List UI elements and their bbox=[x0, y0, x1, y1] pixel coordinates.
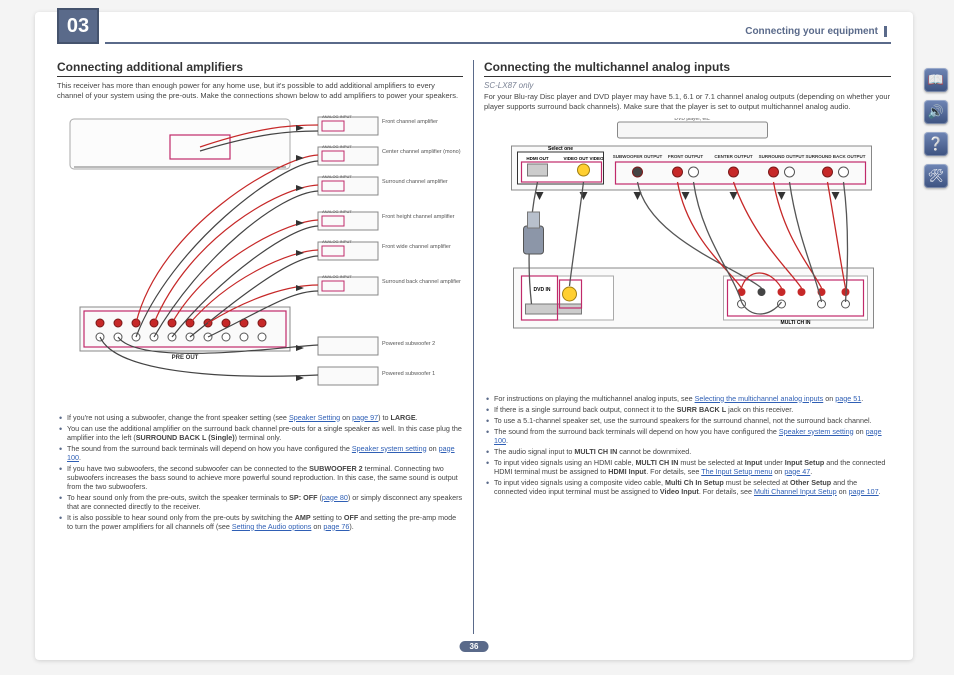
right-column: Connecting the multichannel analog input… bbox=[474, 60, 891, 634]
chapter-badge: 03 bbox=[57, 8, 99, 44]
svg-text:Center channel amplifier (mono: Center channel amplifier (mono) bbox=[382, 149, 461, 155]
note-item: To input video signals using a composite… bbox=[484, 478, 891, 496]
help-icon[interactable]: ❔ bbox=[924, 132, 948, 156]
left-notes: If you're not using a subwoofer, change … bbox=[57, 413, 463, 531]
svg-text:Powered subwoofer 1: Powered subwoofer 1 bbox=[382, 371, 435, 377]
note-item: If there is a single surround back outpu… bbox=[484, 405, 891, 414]
svg-text:ANALOG INPUT: ANALOG INPUT bbox=[322, 174, 352, 179]
nav-rail: 📖 🔊 ❔ 🛠 bbox=[924, 68, 948, 188]
svg-text:Front height channel amplifier: Front height channel amplifier bbox=[382, 214, 455, 220]
svg-text:VIDEO OUT VIDEO: VIDEO OUT VIDEO bbox=[563, 156, 604, 161]
svg-text:SUBWOOFER OUTPUT: SUBWOOFER OUTPUT bbox=[613, 154, 663, 159]
note-item: If you have two subwoofers, the second s… bbox=[57, 464, 463, 491]
svg-text:ANALOG INPUT: ANALOG INPUT bbox=[322, 239, 352, 244]
svg-text:SURROUND BACK OUTPUT: SURROUND BACK OUTPUT bbox=[806, 154, 866, 159]
note-item: To use a 5.1-channel speaker set, use th… bbox=[484, 416, 891, 425]
svg-text:ANALOG INPUT: ANALOG INPUT bbox=[322, 209, 352, 214]
svg-text:CENTER OUTPUT: CENTER OUTPUT bbox=[714, 154, 753, 159]
svg-text:FRONT OUTPUT: FRONT OUTPUT bbox=[668, 154, 703, 159]
manual-page: 03 Connecting your equipment Connecting … bbox=[35, 12, 913, 660]
svg-text:DVD IN: DVD IN bbox=[534, 287, 551, 293]
note-item: It is also possible to hear sound only f… bbox=[57, 513, 463, 531]
note-item: You can use the additional amplifier on … bbox=[57, 424, 463, 442]
right-notes: For instructions on playing the multicha… bbox=[484, 394, 891, 496]
section-title: Connecting your equipment bbox=[745, 26, 887, 37]
note-item: The sound from the surround back termina… bbox=[57, 444, 463, 462]
svg-text:Surround channel amplifier: Surround channel amplifier bbox=[382, 179, 448, 185]
note-item: The sound from the surround back termina… bbox=[484, 427, 891, 445]
svg-text:Select one: Select one bbox=[548, 146, 573, 152]
left-heading: Connecting additional amplifiers bbox=[57, 60, 463, 74]
svg-text:Surround back channel amplifie: Surround back channel amplifier bbox=[382, 279, 461, 285]
tools-icon[interactable]: 🛠 bbox=[924, 164, 948, 188]
svg-text:MULTI CH IN: MULTI CH IN bbox=[781, 320, 811, 326]
svg-text:ANALOG INPUT: ANALOG INPUT bbox=[322, 144, 352, 149]
svg-text:ANALOG INPUT: ANALOG INPUT bbox=[322, 274, 352, 279]
note-item: To input video signals using an HDMI cab… bbox=[484, 458, 891, 476]
svg-text:SURROUND OUTPUT: SURROUND OUTPUT bbox=[759, 154, 805, 159]
svg-text:Front channel amplifier: Front channel amplifier bbox=[382, 119, 438, 125]
svg-text:DVD player, etc.: DVD player, etc. bbox=[674, 118, 710, 122]
speaker-icon[interactable]: 🔊 bbox=[924, 100, 948, 124]
note-item: If you're not using a subwoofer, change … bbox=[57, 413, 463, 422]
svg-text:Powered subwoofer 2: Powered subwoofer 2 bbox=[382, 341, 435, 347]
header-rule bbox=[105, 42, 891, 44]
right-diagram: DVD player, etc. Select one HDMI OUT VID… bbox=[484, 118, 891, 388]
svg-text:PRE OUT: PRE OUT bbox=[172, 355, 199, 361]
model-note: SC-LX87 only bbox=[484, 81, 891, 90]
note-item: For instructions on playing the multicha… bbox=[484, 394, 891, 403]
left-diagram: PRE OUT bbox=[57, 107, 463, 407]
right-heading: Connecting the multichannel analog input… bbox=[484, 60, 891, 74]
page-number: 36 bbox=[460, 641, 489, 652]
left-column: Connecting additional amplifiers This re… bbox=[57, 60, 474, 634]
note-item: The audio signal input to MULTI CH IN ca… bbox=[484, 447, 891, 456]
svg-text:HDMI OUT: HDMI OUT bbox=[526, 156, 548, 161]
svg-text:ANALOG INPUT: ANALOG INPUT bbox=[322, 114, 352, 119]
book-icon[interactable]: 📖 bbox=[924, 68, 948, 92]
right-intro: For your Blu-ray Disc player and DVD pla… bbox=[484, 92, 891, 112]
left-intro: This receiver has more than enough power… bbox=[57, 81, 463, 101]
note-item: To hear sound only from the pre-outs, sw… bbox=[57, 493, 463, 511]
svg-text:Front wide channel amplifier: Front wide channel amplifier bbox=[382, 244, 451, 250]
